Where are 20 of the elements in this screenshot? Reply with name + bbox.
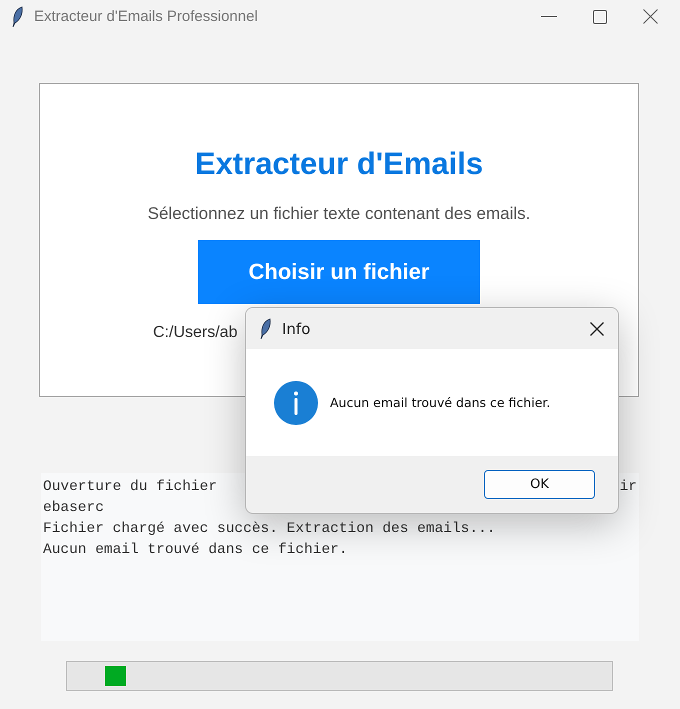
log-line: ebaserc [43, 499, 104, 518]
feather-icon [260, 318, 272, 340]
log-line: Fichier chargé avec succès. Extraction des emails... [43, 520, 496, 539]
log-line: Ouverture du fichier [43, 478, 218, 497]
log-line: Aucun email trouvé dans ce fichier. [43, 541, 348, 560]
window-title: Extracteur d'Emails Professionnel [34, 8, 259, 25]
close-icon[interactable] [643, 9, 658, 24]
minimize-icon[interactable] [541, 16, 557, 18]
ok-button[interactable]: OK [484, 470, 595, 499]
app-heading: Extracteur d'Emails [194, 146, 484, 182]
info-icon [274, 380, 318, 424]
close-icon[interactable] [590, 322, 604, 336]
choose-file-button[interactable]: Choisir un fichier [198, 240, 480, 304]
instruction-text: Sélectionnez un fichier texte contenant des emails. [148, 204, 530, 224]
log-line: ir [620, 478, 637, 497]
feather-icon [12, 6, 24, 28]
maximize-icon[interactable] [593, 10, 607, 24]
file-path: C:/Users/ab [153, 324, 238, 342]
dialog-title: Info [282, 320, 312, 338]
dialog-message: Aucun email trouvé dans ce fichier. [330, 395, 550, 410]
